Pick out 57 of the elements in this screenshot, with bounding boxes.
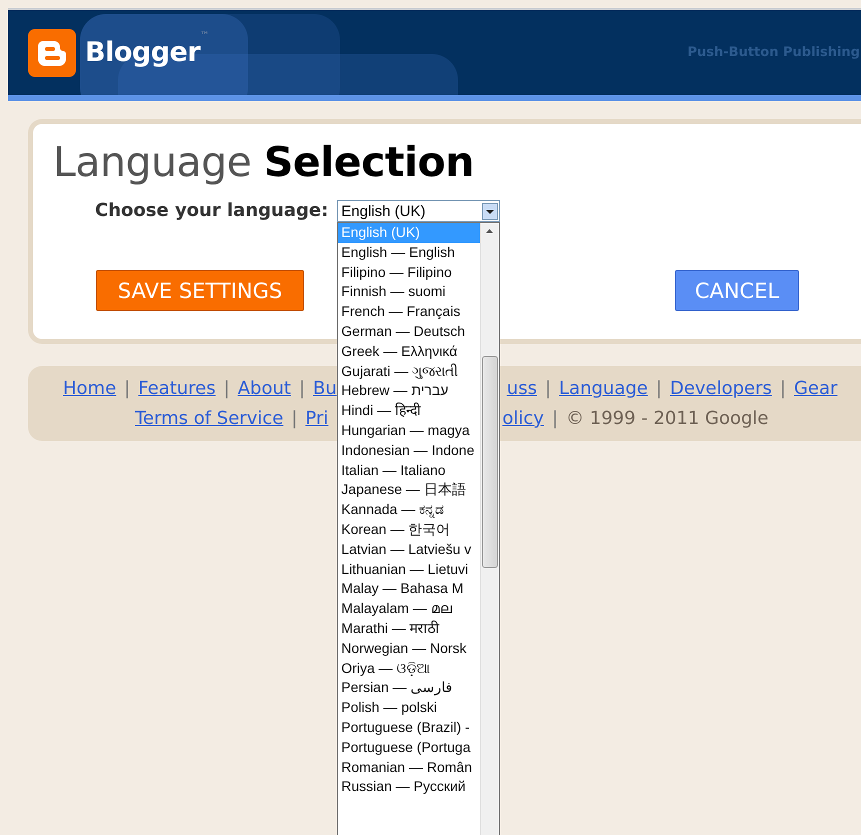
language-option[interactable]: Hebrew — עברית <box>338 381 480 402</box>
language-option[interactable]: Greek — Ελληνικά <box>338 342 480 362</box>
footer-link[interactable]: About <box>238 374 291 404</box>
language-option[interactable]: Hindi — हिन्दी <box>338 401 480 421</box>
language-option[interactable]: Kannada — ಕನ್ನಡ <box>338 500 480 520</box>
footer-link[interactable]: olicy <box>502 404 544 434</box>
blogger-logo-icon <box>28 28 76 76</box>
footer-link[interactable]: Home <box>63 374 116 404</box>
footer-link[interactable]: Pri <box>305 404 328 434</box>
separator: | <box>552 407 558 431</box>
language-option[interactable]: French — Français <box>338 302 480 322</box>
language-option[interactable]: Oriya — ଓଡ଼ିଆ <box>338 658 480 678</box>
field-label: Choose your language: <box>95 200 328 221</box>
language-option[interactable]: Italian — Italiano <box>338 460 480 480</box>
page-title-bold: Selection <box>264 138 474 186</box>
language-option[interactable]: Marathi — मराठी <box>338 618 480 639</box>
language-option[interactable]: Romanian — Român <box>338 758 480 778</box>
copyright-text: © 1999 - 2011 Google <box>566 407 768 431</box>
language-option[interactable]: Hungarian — magya <box>338 420 480 441</box>
separator: | <box>224 377 230 401</box>
language-option[interactable]: Korean — 한국어 <box>338 520 480 540</box>
caret-icon <box>482 202 498 220</box>
language-option[interactable]: Russian — Русский <box>338 777 480 798</box>
logo-text: Blogger <box>85 37 200 68</box>
separator: | <box>124 377 130 401</box>
footer-link[interactable]: Gear <box>794 374 838 404</box>
footer-link[interactable]: Developers <box>670 374 772 404</box>
language-option[interactable]: Portuguese (Brazil) - <box>338 718 480 738</box>
language-option[interactable]: Latvian — Latviešu v <box>338 540 480 560</box>
language-option[interactable]: Norwegian — Norsk <box>338 638 480 659</box>
language-option[interactable]: Malayalam — മല <box>338 599 480 619</box>
language-option[interactable]: English — English <box>338 242 480 263</box>
language-option[interactable]: Malay — Bahasa M <box>338 579 480 600</box>
language-option[interactable]: Gujarati — ગુજરાતી <box>338 362 480 382</box>
language-select[interactable]: English (UK) <box>337 200 500 222</box>
language-option[interactable]: Japanese — 日本語 <box>338 480 480 500</box>
footer-link[interactable]: Features <box>138 374 216 404</box>
separator: | <box>656 377 662 401</box>
footer-link[interactable]: uss <box>506 374 537 404</box>
footer-link[interactable]: Bu <box>313 374 337 404</box>
language-option[interactable]: Lithuanian — Lietuvi <box>338 560 480 580</box>
page-title-light: Language <box>53 138 252 186</box>
language-option[interactable]: German — Deutsch <box>338 322 480 342</box>
language-option[interactable]: Finnish — suomi <box>338 282 480 302</box>
separator: | <box>291 407 298 431</box>
language-option[interactable]: Polish — polski <box>338 698 480 718</box>
language-option[interactable]: Indonesian — Indone <box>338 440 480 461</box>
separator: | <box>298 377 306 401</box>
trademark: ™ <box>200 30 210 40</box>
language-option[interactable]: Portuguese (Portuga <box>338 738 480 758</box>
scrollbar-thumb[interactable] <box>482 356 498 568</box>
footer-link[interactable]: Terms of Service <box>135 404 284 434</box>
separator: | <box>780 377 786 401</box>
footer-link[interactable]: Language <box>559 374 648 404</box>
language-option[interactable]: Persian — فارسی <box>338 678 480 698</box>
separator: | <box>544 377 552 401</box>
language-option[interactable]: Filipino — Filipino <box>338 262 480 282</box>
